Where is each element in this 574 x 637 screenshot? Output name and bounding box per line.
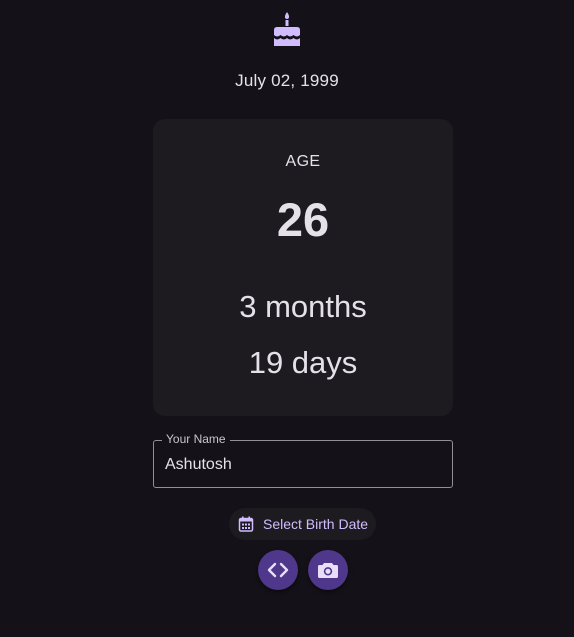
name-field[interactable]: Your Name bbox=[153, 432, 453, 488]
birth-date-text: July 02, 1999 bbox=[235, 71, 339, 90]
camera-button[interactable] bbox=[308, 550, 348, 590]
select-birth-date-button[interactable]: Select Birth Date bbox=[229, 508, 376, 540]
code-icon bbox=[267, 562, 289, 578]
app-screen: July 02, 1999 AGE 26 3 months 19 days Yo… bbox=[0, 0, 574, 637]
name-field-label: Your Name bbox=[162, 432, 230, 446]
age-label: AGE bbox=[285, 153, 321, 170]
age-days: 19 days bbox=[248, 345, 358, 380]
select-birth-date-label: Select Birth Date bbox=[263, 516, 369, 532]
cake-icon bbox=[274, 12, 300, 46]
name-input[interactable] bbox=[165, 454, 435, 476]
age-card: AGE 26 3 months 19 days bbox=[153, 119, 453, 416]
calendar-icon bbox=[238, 516, 254, 532]
age-years: 26 bbox=[276, 193, 330, 246]
camera-icon bbox=[318, 563, 338, 578]
age-months: 3 months bbox=[239, 289, 367, 324]
code-button[interactable] bbox=[258, 550, 298, 590]
